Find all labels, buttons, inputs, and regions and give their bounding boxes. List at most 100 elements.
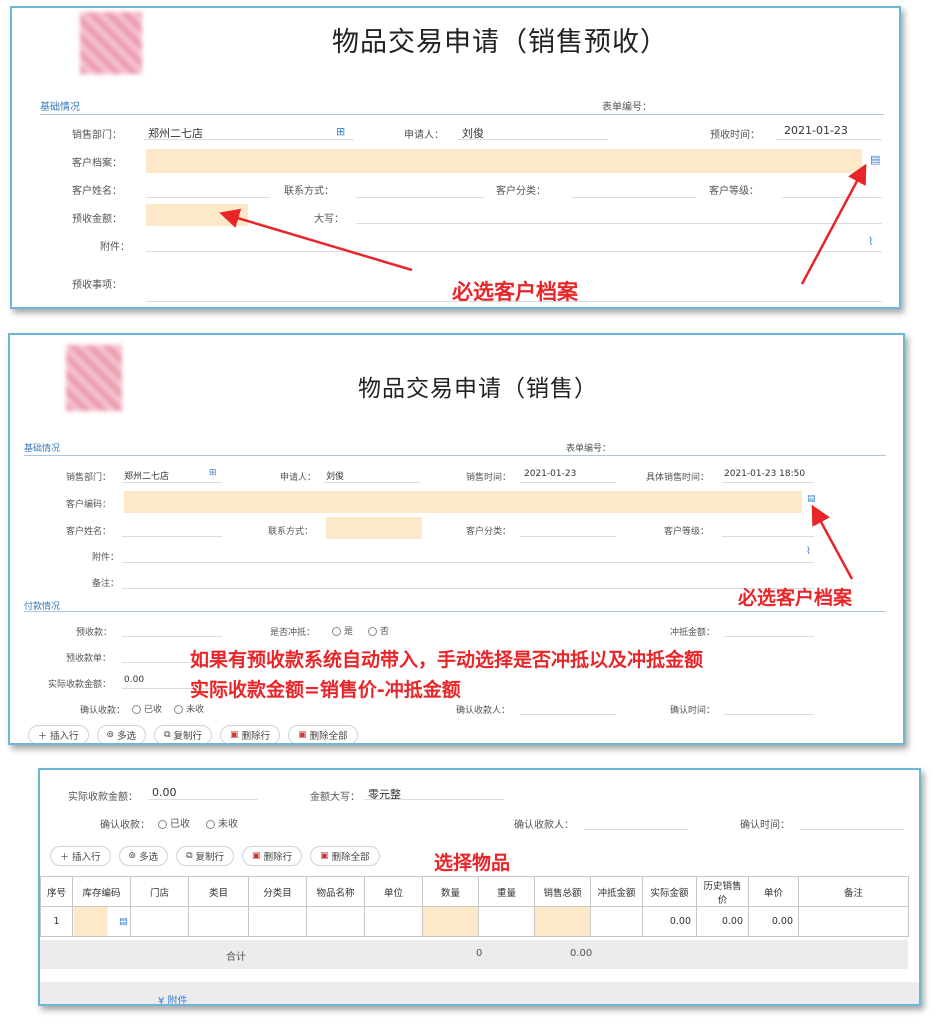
unreceived-radio[interactable]: 未收 — [206, 815, 238, 830]
multi-select-button[interactable]: ⊚ 多选 — [96, 725, 147, 743]
customer-level-field[interactable] — [722, 519, 814, 537]
customer-level-label: 客户等级： — [664, 527, 710, 537]
customer-name-label: 客户姓名： — [66, 527, 112, 537]
confirmer-label: 确认收款人： — [514, 820, 574, 831]
contact-input[interactable] — [326, 517, 422, 539]
customer-level-field[interactable] — [782, 180, 882, 198]
insert-row-button[interactable]: ＋插入行 — [50, 846, 111, 866]
blurred-logo — [66, 345, 122, 411]
subcategory-cell[interactable] — [248, 906, 307, 937]
actual-label: 实际收款金额： — [48, 680, 112, 690]
plus-icon: ＋ — [60, 852, 70, 863]
lookup-icon[interactable]: ▤ — [807, 495, 816, 504]
offset-amount-label: 冲抵金额： — [670, 628, 716, 638]
row-toolbar: ＋插入行 ⊚ 多选 ⧉ 复制行 ▣ 删除行 ▣ 删除全部 — [28, 725, 358, 743]
prepay-amount-input[interactable] — [146, 204, 248, 226]
delete-all-button[interactable]: ▣ 删除全部 — [288, 725, 358, 743]
quantity-cell[interactable] — [422, 906, 479, 937]
delivery-time-label: 具体销售时间： — [646, 473, 710, 483]
multi-select-icon: ⊚ — [106, 730, 115, 740]
offset-cell[interactable] — [590, 906, 643, 937]
offset-no-radio[interactable]: 否 — [368, 624, 389, 637]
col-header: 备注 — [798, 876, 909, 907]
stock-code-cell[interactable]: ▤ — [72, 906, 131, 937]
col-header: 冲抵金额 — [590, 876, 643, 907]
sale-time-value: 2021-01-23 — [524, 469, 577, 479]
store-cell[interactable] — [130, 906, 189, 937]
confirm-time-field[interactable] — [800, 812, 904, 830]
lookup-icon[interactable]: ▤ — [119, 916, 128, 927]
multi-select-icon: ⊚ — [128, 851, 137, 861]
actual-amount-cell: 0.00 — [642, 906, 697, 937]
delete-icon: ▣ — [252, 851, 261, 861]
confirm-label: 确认收款： — [80, 706, 126, 716]
attach-field — [122, 545, 814, 563]
remark-field[interactable] — [122, 571, 814, 589]
capital-field — [356, 206, 882, 224]
received-radio[interactable]: 已收 — [158, 815, 190, 830]
remark-cell[interactable] — [798, 906, 909, 937]
delete-all-icon: ▣ — [320, 851, 329, 861]
unreceived-radio[interactable]: 未收 — [174, 702, 204, 715]
dept-value: 郑州二七店 — [124, 472, 170, 482]
confirmer-label: 确认收款人： — [456, 706, 511, 716]
category-cell[interactable] — [188, 906, 249, 937]
paperclip-icon[interactable]: ⌇ — [868, 236, 873, 247]
delivery-time-value: 2021-01-23 18:50 — [724, 469, 806, 479]
weight-cell[interactable] — [478, 906, 535, 937]
paperclip-icon[interactable]: ⌇ — [806, 547, 811, 557]
confirm-time-field[interactable] — [724, 697, 814, 715]
prepay-time-label: 预收时间： — [710, 130, 760, 141]
capital-label: 大写： — [314, 214, 344, 225]
customer-file-input[interactable] — [146, 149, 862, 173]
received-radio[interactable]: 已收 — [132, 702, 162, 715]
lookup-icon[interactable]: ▤ — [870, 154, 880, 165]
insert-row-button[interactable]: ＋插入行 — [28, 725, 89, 743]
capital-label: 金额大写： — [310, 792, 360, 803]
offset-amount-field[interactable] — [724, 619, 814, 637]
delete-row-button[interactable]: ▣ 删除行 — [242, 846, 303, 866]
confirmer-field[interactable] — [584, 812, 688, 830]
delete-all-button[interactable]: ▣ 删除全部 — [310, 846, 380, 866]
customer-code-label: 客户编码： — [66, 500, 112, 510]
col-header: 销售总额 — [534, 876, 591, 907]
copy-icon: ⧉ — [186, 851, 193, 861]
unit-cell[interactable] — [364, 906, 423, 937]
applicant-value: 刘俊 — [462, 127, 484, 140]
sales-total-cell[interactable] — [534, 906, 591, 937]
customer-name-field[interactable] — [146, 180, 270, 198]
org-picker-icon[interactable]: ⊞ — [209, 469, 217, 478]
attach-label: 附件： — [100, 242, 130, 253]
col-header: 重量 — [478, 876, 535, 907]
section-basic: 基础情况 — [24, 444, 61, 454]
col-header: 实际金额 — [642, 876, 697, 907]
prepay-field[interactable] — [122, 619, 222, 637]
confirmer-field[interactable] — [520, 697, 616, 715]
customer-group-field[interactable] — [520, 519, 616, 537]
blurred-logo — [80, 12, 142, 74]
delete-row-button[interactable]: ▣ 删除行 — [220, 725, 281, 743]
col-header: 物品名称 — [306, 876, 365, 907]
total-label: 合计 — [226, 952, 246, 963]
total-amount: 0.00 — [570, 948, 593, 959]
item-name-cell[interactable] — [306, 906, 365, 937]
multi-select-button[interactable]: ⊚ 多选 — [118, 846, 169, 866]
contact-field[interactable] — [356, 180, 484, 198]
col-header: 库存编码 — [72, 876, 131, 907]
attach-field — [146, 234, 882, 252]
contact-label: 联系方式： — [284, 186, 334, 197]
customer-group-field[interactable] — [572, 180, 696, 198]
applicant-label: 申请人： — [404, 130, 444, 141]
attach-toggle[interactable]: ¥ 附件 — [158, 992, 188, 1006]
sales-form-panel: 物品交易申请（销售） 基础情况 表单编号： 销售部门： 郑州二七店 ⊞ 申请人：… — [8, 333, 905, 745]
customer-name-field[interactable] — [122, 519, 222, 537]
customer-code-input[interactable] — [124, 491, 802, 513]
org-picker-icon[interactable]: ⊞ — [336, 126, 345, 137]
confirm-time-label: 确认时间： — [740, 820, 790, 831]
copy-row-button[interactable]: ⧉ 复制行 — [176, 846, 235, 866]
confirm-time-label: 确认时间： — [670, 706, 716, 716]
customer-name-label: 客户姓名： — [72, 186, 122, 197]
offset-yes-radio[interactable]: 是 — [332, 624, 353, 637]
expand-icon: ¥ — [158, 996, 168, 1006]
copy-row-button[interactable]: ⧉ 复制行 — [154, 725, 213, 743]
